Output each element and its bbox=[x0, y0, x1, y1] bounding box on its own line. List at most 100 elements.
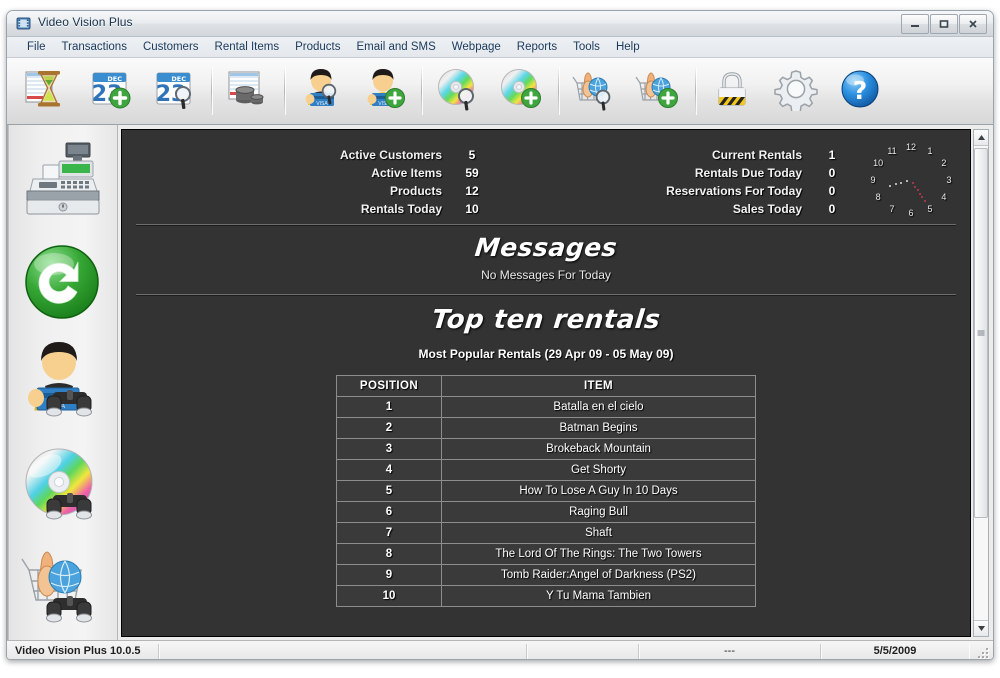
svg-text:?: ? bbox=[853, 76, 868, 105]
close-button[interactable] bbox=[959, 14, 987, 34]
clock-hand-dot bbox=[906, 180, 909, 183]
minimize-button[interactable] bbox=[901, 14, 929, 34]
analog-clock: 1 2 3 4 5 6 7 8 9 10 11 12 bbox=[862, 136, 960, 224]
top-rentals-section: Top ten rentals Most Popular Rentals (29… bbox=[122, 295, 970, 607]
toolbar-rent-out-button[interactable] bbox=[15, 61, 79, 121]
cell-item: Batman Begins bbox=[441, 417, 756, 439]
stat-value: 10 bbox=[465, 202, 479, 216]
clock-hand-dot bbox=[923, 200, 926, 203]
table-row[interactable]: 3 Brokeback Mountain bbox=[336, 438, 756, 460]
menu-products[interactable]: Products bbox=[287, 39, 348, 55]
table-row[interactable]: 2 Batman Begins bbox=[336, 417, 756, 439]
scrollbar-thumb[interactable] bbox=[974, 148, 988, 518]
table-row[interactable]: 7 Shaft bbox=[336, 522, 756, 544]
messages-section: Messages No Messages For Today bbox=[122, 225, 970, 294]
menu-bar: File Transactions Customers Rental Items Pro… bbox=[7, 37, 993, 58]
table-row[interactable]: 9 Tomb Raider:Angel of Darkness (PS2) bbox=[336, 564, 756, 586]
menu-transactions[interactable]: Transactions bbox=[54, 39, 135, 55]
clock-hand-dot bbox=[889, 185, 892, 188]
product-binoculars-icon bbox=[17, 544, 107, 637]
table-row[interactable]: 1 Batalla en el cielo bbox=[336, 396, 756, 418]
table-row[interactable]: 10 Y Tu Mama Tambien bbox=[336, 585, 756, 607]
cell-item: Get Shorty bbox=[441, 459, 756, 481]
sidebar-item-returns[interactable] bbox=[13, 235, 111, 333]
toolbar-group-sales bbox=[216, 62, 280, 120]
table-row[interactable]: 6 Raging Bull bbox=[336, 501, 756, 523]
stat-row: Active Items 59 bbox=[272, 164, 502, 182]
toolbar-help-button[interactable]: ? bbox=[828, 61, 892, 121]
menu-file[interactable]: File bbox=[19, 39, 54, 55]
toolbar-group-system: ? bbox=[700, 62, 892, 120]
cell-position: 10 bbox=[336, 585, 442, 607]
column-header-position: POSITION bbox=[336, 375, 442, 397]
menu-webpage[interactable]: Webpage bbox=[444, 39, 509, 55]
help-question-icon: ? bbox=[838, 67, 882, 116]
toolbar-add-customer-button[interactable]: VISA bbox=[353, 61, 417, 121]
disc-search-icon bbox=[434, 67, 482, 116]
product-add-icon bbox=[635, 67, 683, 116]
toolbar-settings-button[interactable] bbox=[764, 61, 828, 121]
toolbar-add-rental-item-button[interactable] bbox=[490, 61, 554, 121]
sidebar: VISA bbox=[7, 125, 118, 640]
product-search-icon bbox=[571, 67, 619, 116]
sidebar-item-point-of-sale[interactable] bbox=[13, 133, 111, 231]
sidebar-item-find-rental-item[interactable] bbox=[13, 440, 111, 538]
status-cell-3 bbox=[527, 644, 639, 659]
cell-position: 1 bbox=[336, 396, 442, 418]
toolbar-find-rental-item-button[interactable] bbox=[426, 61, 490, 121]
customer-binoculars-icon: VISA bbox=[17, 340, 107, 433]
scroll-up-arrow-icon[interactable] bbox=[974, 130, 988, 146]
scrollbar-grip-icon bbox=[977, 329, 985, 336]
toolbar-group-rental-items bbox=[426, 62, 554, 120]
stat-label: Products bbox=[389, 184, 442, 198]
clock-number: 6 bbox=[908, 208, 914, 219]
stat-value: 0 bbox=[828, 166, 836, 180]
table-row[interactable]: 8 The Lord Of The Rings: The Two Towers bbox=[336, 543, 756, 565]
sidebar-item-find-product[interactable] bbox=[13, 542, 111, 640]
calendar-search-icon: DEC 23 bbox=[152, 67, 198, 116]
clock-number: 8 bbox=[875, 191, 881, 202]
stat-row: Rentals Due Today 0 bbox=[562, 164, 862, 182]
clock-hand-dot bbox=[921, 196, 924, 199]
clock-hand-dot bbox=[916, 189, 919, 192]
menu-email-and-sms[interactable]: Email and SMS bbox=[349, 39, 444, 55]
vertical-scrollbar[interactable] bbox=[973, 129, 989, 637]
menu-customers[interactable]: Customers bbox=[135, 39, 207, 55]
stat-label: Active Customers bbox=[339, 148, 442, 162]
toolbar-find-product-button[interactable] bbox=[563, 61, 627, 121]
body-area: VISA bbox=[7, 125, 993, 640]
dashboard-container: Active Customers 5 Active Items 59 Products 1… bbox=[118, 125, 993, 640]
toolbar-separator bbox=[695, 67, 696, 115]
menu-reports[interactable]: Reports bbox=[509, 39, 565, 55]
stat-value: 0 bbox=[828, 202, 836, 216]
sidebar-item-find-customer[interactable]: VISA bbox=[13, 337, 111, 435]
resize-grip-icon[interactable] bbox=[978, 648, 990, 659]
toolbar-separator bbox=[421, 67, 422, 115]
scroll-down-arrow-icon[interactable] bbox=[974, 620, 988, 636]
toolbar-find-customer-button[interactable]: VISA bbox=[289, 61, 353, 121]
app-film-icon bbox=[16, 16, 31, 31]
stat-value: 0 bbox=[828, 184, 836, 198]
toolbar-add-product-button[interactable] bbox=[627, 61, 691, 121]
stat-row: Active Customers 5 bbox=[272, 146, 502, 164]
status-bar: Video Vision Plus 10.0.5 --- 5/5/2009 bbox=[7, 640, 993, 659]
table-row[interactable]: 4 Get Shorty bbox=[336, 459, 756, 481]
cell-item: The Lord Of The Rings: The Two Towers bbox=[441, 543, 756, 565]
toolbar-separator bbox=[558, 67, 559, 115]
toolbar-sales-button[interactable] bbox=[216, 61, 280, 121]
clock-hand-dot bbox=[894, 183, 897, 186]
toolbar-find-reservation-button[interactable]: DEC 23 bbox=[143, 61, 207, 121]
toolbar-lock-button[interactable] bbox=[700, 61, 764, 121]
menu-tools[interactable]: Tools bbox=[565, 39, 608, 55]
restore-button[interactable] bbox=[930, 14, 958, 34]
cell-item: Raging Bull bbox=[441, 501, 756, 523]
sales-coins-icon bbox=[225, 67, 271, 116]
menu-help[interactable]: Help bbox=[608, 39, 648, 55]
toolbar-new-reservation-button[interactable]: DEC 23 bbox=[79, 61, 143, 121]
scrollbar-track[interactable] bbox=[974, 146, 988, 620]
stat-row: Rentals Today 10 bbox=[272, 200, 502, 218]
status-cell-4: --- bbox=[639, 644, 821, 659]
table-row[interactable]: 5 How To Lose A Guy In 10 Days bbox=[336, 480, 756, 502]
stat-label: Rentals Due Today bbox=[694, 166, 802, 180]
menu-rental-items[interactable]: Rental Items bbox=[207, 39, 288, 55]
